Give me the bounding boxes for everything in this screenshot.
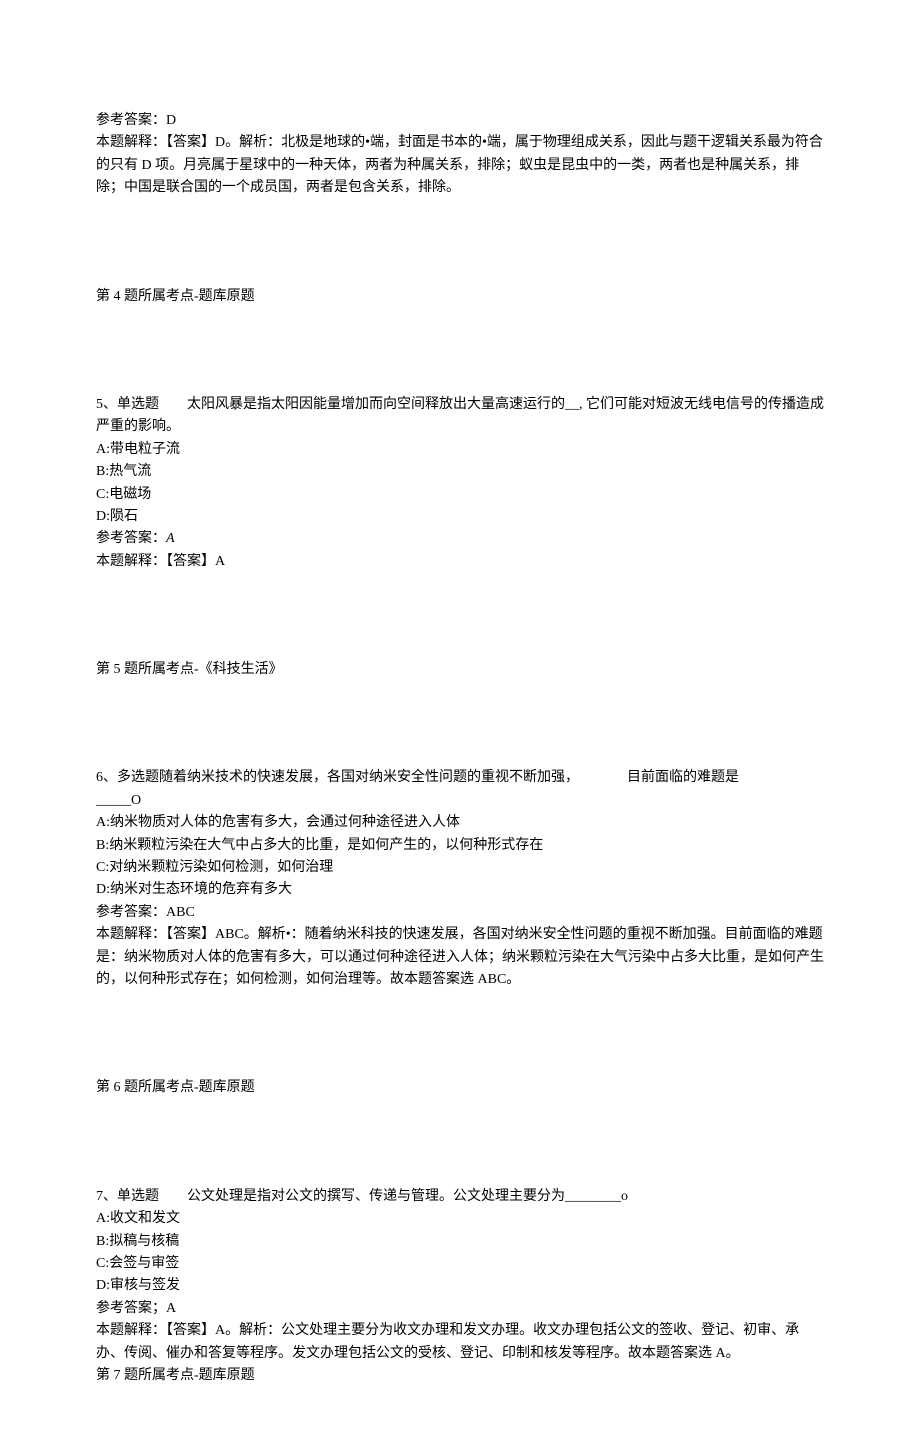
ref-answer-value: A (166, 1301, 176, 1316)
q7-optA: A:收文和发文 (96, 1208, 824, 1230)
q5-topic: 第 5 题所属考点-《科技生活》 (96, 659, 824, 681)
ref-answer-value: A (166, 531, 175, 546)
q6-stem-main: 6、多选题随着纳米技术的快速发展，各国对纳米安全性问题的重视不断加强， (96, 770, 579, 785)
q6-stem-tail: 目前面临的难题是 (627, 770, 739, 785)
explain-text: 本题解释：【答案】D。解析：北极是地球的•端，封面是书本的•端，属于物理组成关系… (96, 132, 824, 199)
q5-answer-line: 参考答案：A (96, 528, 824, 550)
ref-answer-label: 参考答案： (96, 531, 166, 546)
q7-topic: 第 7 题所属考点-题库原题 (96, 1365, 824, 1387)
q7-answer-line: 参考答案；A (96, 1298, 824, 1320)
q6-optA: A:纳米物质对人体的危害有多大，会通过何种途径进入人体 (96, 812, 824, 834)
q7-block: 7、单选题 公文处理是指对公文的撰写、传递与管理。公文处理主要分为_______… (96, 1186, 824, 1388)
q5-explain: 本题解释：【答案】A (96, 551, 824, 573)
q6-optB: B:纳米颗粒污染在大气中占多大的比重，是如何产生的，以何种形式存在 (96, 835, 824, 857)
q5-optD: D:陨石 (96, 506, 824, 528)
q5-block: 5、单选题 太阳风暴是指太阳因能量增加而向空间释放出大量高速运行的__, 它们可… (96, 394, 824, 573)
q6-answer-line: 参考答案：ABC (96, 902, 824, 924)
q7-optC: C:会签与审签 (96, 1253, 824, 1275)
topic-text: 第 4 题所属考点-题库原题 (96, 286, 824, 308)
ref-answer-value: D (166, 113, 176, 128)
q6-optC: C:对纳米颗粒污染如何检测，如何治理 (96, 857, 824, 879)
q6-stem-line2: _____O (96, 790, 824, 812)
q6-explain: 本题解释：【答案】ABC。解析•：随着纳米科技的快速发展，各国对纳米安全性问题的… (96, 924, 824, 991)
q5-stem: 5、单选题 太阳风暴是指太阳因能量增加而向空间释放出大量高速运行的__, 它们可… (96, 394, 824, 439)
q7-optB: B:拟稿与核稿 (96, 1231, 824, 1253)
q6-topic: 第 6 题所属考点-题库原题 (96, 1077, 824, 1099)
answer-line: 参考答案：D (96, 110, 824, 132)
q7-explain: 本题解释：【答案】A。解析：公文处理主要分为收文办理和发文办理。收文办理包括公文… (96, 1320, 824, 1365)
q6-stem-line1: 6、多选题随着纳米技术的快速发展，各国对纳米安全性问题的重视不断加强， 目前面临的… (96, 767, 824, 789)
q7-optD: D:审核与签发 (96, 1275, 824, 1297)
topic-text: 第 5 题所属考点-《科技生活》 (96, 659, 824, 681)
document-page: 参考答案：D 本题解释：【答案】D。解析：北极是地球的•端，封面是书本的•端，属… (0, 0, 920, 1451)
topic-text: 第 6 题所属考点-题库原题 (96, 1077, 824, 1099)
ref-answer-label: 参考答案： (96, 905, 166, 920)
q5-optC: C:电磁场 (96, 484, 824, 506)
q5-optA: A:带电粒子流 (96, 439, 824, 461)
q4-topic: 第 4 题所属考点-题库原题 (96, 286, 824, 308)
q4-answer-block: 参考答案：D 本题解释：【答案】D。解析：北极是地球的•端，封面是书本的•端，属… (96, 110, 824, 200)
q7-stem: 7、单选题 公文处理是指对公文的撰写、传递与管理。公文处理主要分为_______… (96, 1186, 824, 1208)
q6-optD: D:纳米对生态环境的危弃有多大 (96, 879, 824, 901)
ref-answer-label: 参考答案： (96, 113, 166, 128)
ref-answer-value: ABC (166, 905, 195, 920)
q5-optB: B:热气流 (96, 461, 824, 483)
ref-answer-label: 参考答案； (96, 1301, 166, 1316)
q6-block: 6、多选题随着纳米技术的快速发展，各国对纳米安全性问题的重视不断加强， 目前面临的… (96, 767, 824, 991)
